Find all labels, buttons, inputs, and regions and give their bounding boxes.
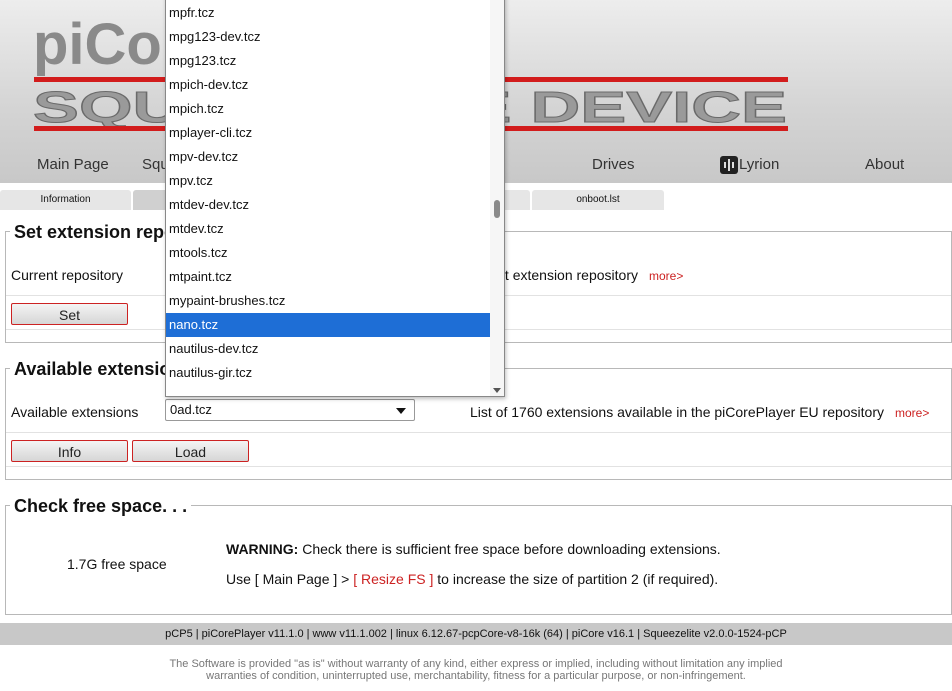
warning-label: WARNING: <box>226 541 299 557</box>
dropdown-option[interactable]: mtools.tcz <box>166 241 490 265</box>
divider <box>6 466 951 467</box>
resize-suffix: to increase the size of partition 2 (if … <box>437 571 719 587</box>
chevron-down-icon <box>396 408 406 414</box>
resize-prefix: Use [ Main Page ] > <box>226 571 350 587</box>
dropdown-option[interactable]: nautilus-gir.tcz <box>166 361 490 385</box>
extensions-select[interactable]: 0ad.tcz <box>165 399 415 421</box>
nav-drives[interactable]: Drives <box>592 156 635 173</box>
dropdown-option[interactable]: mpfr.tcz <box>166 1 490 25</box>
repository-note: Set extension repository <box>496 267 638 283</box>
dropdown-option[interactable]: mpg123-dev.tcz <box>166 25 490 49</box>
extensions-more-link[interactable]: more> <box>895 406 929 420</box>
dropdown-option[interactable]: mpv.tcz <box>166 169 490 193</box>
set-button[interactable]: Set <box>11 303 128 325</box>
nav-main-page[interactable]: Main Page <box>37 156 109 173</box>
dropdown-option[interactable]: mpich.tcz <box>166 97 490 121</box>
nav-lyrion[interactable]: Lyrion <box>739 156 779 173</box>
version-footer: pCP5 | piCorePlayer v11.1.0 | www v11.1.… <box>0 623 952 645</box>
extensions-select-value: 0ad.tcz <box>170 402 212 417</box>
resize-fs-link[interactable]: [ Resize FS ] <box>353 571 433 587</box>
disclaimer: The Software is provided "as is" without… <box>0 658 952 682</box>
dropdown-option[interactable]: mplayer-cli.tcz <box>166 121 490 145</box>
scroll-down-arrow-icon[interactable] <box>493 388 501 393</box>
dropdown-option[interactable]: mypaint-brushes.tcz <box>166 289 490 313</box>
dropdown-option[interactable]: mtdev-dev.tcz <box>166 193 490 217</box>
dropdown-option[interactable]: mpg123.tcz <box>166 49 490 73</box>
dropdown-option[interactable]: nano.tcz <box>166 313 490 337</box>
info-button[interactable]: Info <box>11 440 128 462</box>
warning-text: Check there is sufficient free space bef… <box>302 541 721 557</box>
extensions-count-text: List of 1760 extensions available in the… <box>470 404 885 420</box>
available-extensions-label: Available extensions <box>11 404 139 420</box>
tab-onboot[interactable]: onboot.lst <box>532 190 664 210</box>
free-space-value: 1.7G free space <box>67 556 167 572</box>
resize-instruction: Use [ Main Page ] > [ Resize FS ] to inc… <box>226 571 718 587</box>
nav-about[interactable]: About <box>865 156 904 173</box>
dropdown-option[interactable]: nautilus-dev.tcz <box>166 337 490 361</box>
disclaimer-line: The Software is provided "as is" without… <box>169 658 783 670</box>
dropdown-option[interactable]: mtdev.tcz <box>166 217 490 241</box>
free-space-legend: Check free space. . . <box>10 496 192 517</box>
repository-more-link[interactable]: more> <box>649 269 683 283</box>
divider <box>6 432 951 433</box>
free-space-warning: WARNING: Check there is sufficient free … <box>226 541 721 557</box>
current-repository-label: Current repository <box>11 267 124 283</box>
dropdown-option[interactable]: mpv-dev.tcz <box>166 145 490 169</box>
disclaimer-line: warranties of condition, uninterrupted u… <box>206 670 746 682</box>
extensions-dropdown-list[interactable]: mpfr-dev.tczmpfr.tczmpg123-dev.tczmpg123… <box>165 0 505 397</box>
free-space-panel: Check free space. . . 1.7G free space WA… <box>5 496 952 615</box>
dropdown-option[interactable]: mpich-dev.tcz <box>166 73 490 97</box>
dropdown-option[interactable]: mtpaint.tcz <box>166 265 490 289</box>
lyrion-icon <box>720 156 738 174</box>
load-button[interactable]: Load <box>132 440 249 462</box>
scrollbar-thumb[interactable] <box>494 200 500 218</box>
scrollbar[interactable] <box>490 0 504 396</box>
tab-information[interactable]: Information <box>0 190 131 210</box>
